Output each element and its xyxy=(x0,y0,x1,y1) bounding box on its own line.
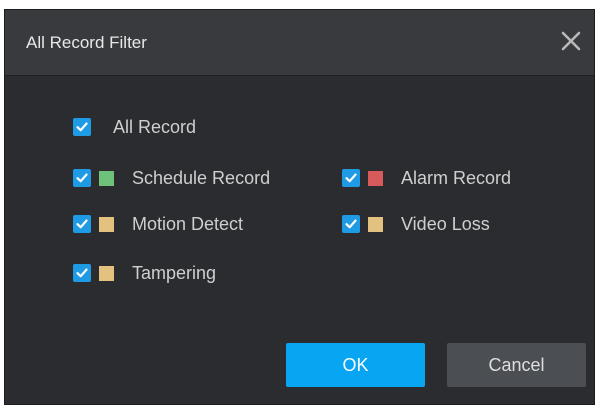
tampering-checkbox[interactable] xyxy=(73,264,91,282)
motion-detect-label: Motion Detect xyxy=(132,214,244,234)
close-icon[interactable] xyxy=(558,28,584,54)
filter-tampering[interactable]: Tampering xyxy=(73,262,216,284)
checkmark-icon xyxy=(76,122,88,132)
checkmark-icon xyxy=(76,219,88,229)
schedule-record-label: Schedule Record xyxy=(132,168,271,188)
cancel-button[interactable]: Cancel xyxy=(447,343,586,387)
checkmark-icon xyxy=(345,219,357,229)
dialog-title: All Record Filter xyxy=(26,33,147,52)
checkmark-icon xyxy=(76,173,88,183)
motion-detect-checkbox[interactable] xyxy=(73,215,91,233)
checkmark-icon xyxy=(345,173,357,183)
ok-button[interactable]: OK xyxy=(286,343,425,387)
filter-motion-detect[interactable]: Motion Detect xyxy=(73,213,243,235)
alarm-record-checkbox[interactable] xyxy=(342,169,360,187)
motion-detect-color-swatch xyxy=(99,216,114,232)
all-record-label: All Record xyxy=(113,117,197,137)
tampering-label: Tampering xyxy=(132,263,217,283)
video-loss-checkbox[interactable] xyxy=(342,215,360,233)
checkmark-icon xyxy=(76,268,88,278)
video-loss-label: Video Loss xyxy=(401,214,490,234)
dialog-titlebar: All Record Filter xyxy=(5,10,594,76)
filter-video-loss[interactable]: Video Loss xyxy=(342,213,490,235)
alarm-record-color-swatch xyxy=(368,170,383,186)
all-record-filter-dialog: All Record Filter All Record Schedule Re… xyxy=(4,9,595,405)
filter-schedule-record[interactable]: Schedule Record xyxy=(73,167,270,189)
schedule-record-checkbox[interactable] xyxy=(73,169,91,187)
all-record-checkbox[interactable] xyxy=(73,118,91,136)
video-loss-color-swatch xyxy=(368,216,383,232)
schedule-record-color-swatch xyxy=(99,170,114,186)
filter-all-record[interactable]: All Record xyxy=(73,116,196,138)
tampering-color-swatch xyxy=(99,265,114,281)
filter-alarm-record[interactable]: Alarm Record xyxy=(342,167,511,189)
alarm-record-label: Alarm Record xyxy=(401,168,512,188)
